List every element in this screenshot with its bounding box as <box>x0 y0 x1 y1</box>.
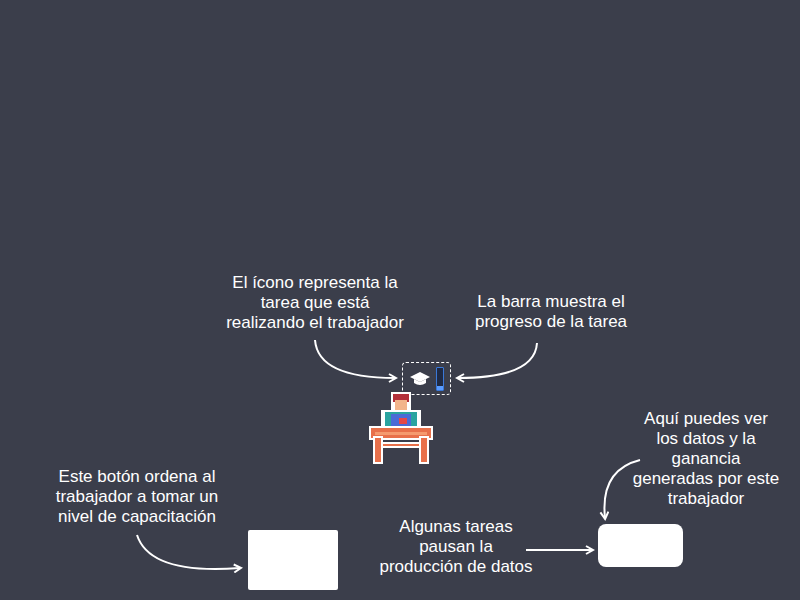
training-arrow-icon <box>137 535 240 569</box>
task-indicator <box>402 362 451 395</box>
task-progress-bar <box>436 367 444 391</box>
graduation-cap-icon <box>409 371 431 387</box>
tutorial-callout: Algunas tareaspausan laproducción de dat… <box>366 517 546 577</box>
data-arrow-icon <box>604 460 640 518</box>
bar-arrow-icon <box>458 343 537 378</box>
pause-arrow-icon <box>526 549 592 551</box>
worker-sprite-icon[interactable] <box>369 392 433 466</box>
task-arrow-icon <box>315 340 395 378</box>
tutorial-screen: El ícono representa latarea que estáreal… <box>0 0 800 600</box>
worker-stats-button[interactable] <box>598 524 683 567</box>
training-button[interactable] <box>248 530 338 590</box>
tutorial-callout: Este botón ordena altrabajador a tomar u… <box>27 467 247 527</box>
tutorial-callout: La barra muestra elprogreso de la tarea <box>451 292 651 332</box>
tutorial-callout: El ícono representa latarea que estáreal… <box>205 273 425 333</box>
tutorial-callout: Aquí puedes verlos datos y lagananciagen… <box>616 409 796 509</box>
